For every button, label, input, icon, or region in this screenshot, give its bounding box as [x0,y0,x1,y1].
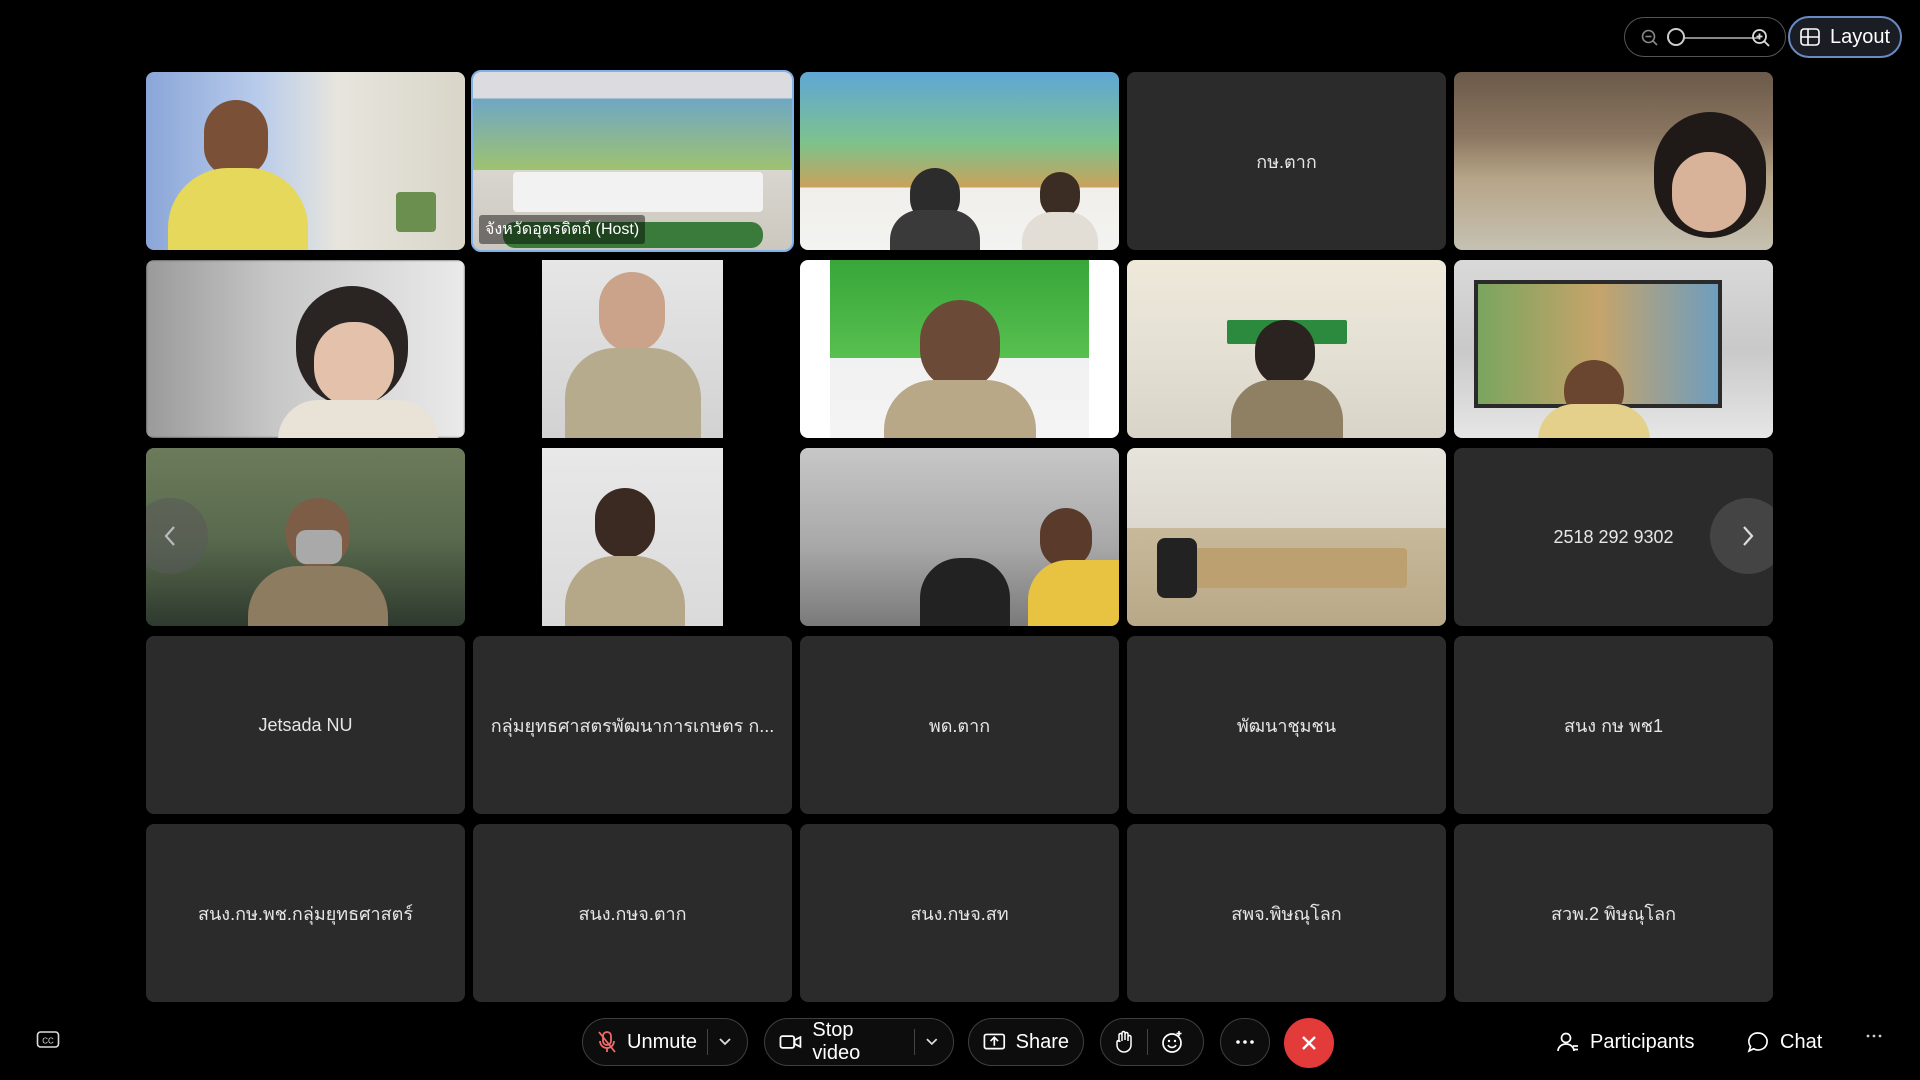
chevron-down-icon[interactable] [718,1037,732,1047]
video-tile[interactable] [146,260,465,438]
divider [707,1029,709,1055]
video-tile[interactable] [146,448,465,626]
participant-name: สพจ.พิษณุโลก [1231,903,1342,924]
zoom-track[interactable] [1677,37,1759,39]
participant-name: กษ.ตาก [1256,151,1317,172]
svg-text:CC: CC [42,1037,54,1046]
video-tile[interactable]: พัฒนาชุมชน [1127,636,1446,814]
close-icon [1302,1036,1316,1050]
unmute-button[interactable]: Unmute [582,1018,748,1066]
zoom-slider[interactable] [1624,17,1786,57]
video-tile[interactable] [1454,260,1773,438]
reactions-group [1100,1018,1204,1066]
layout-label: Layout [1829,25,1891,48]
stop-video-label: Stop video [812,1019,861,1064]
video-tile[interactable] [1127,260,1446,438]
participants-button[interactable]: Participants [1556,1030,1695,1054]
overflow-menu-button[interactable] [1866,1034,1882,1038]
chevron-left-icon [164,526,175,546]
video-tile[interactable] [800,448,1119,626]
participant-name: 2518 292 9302 [1553,526,1674,547]
video-tile[interactable]: Jetsada NU [146,636,465,814]
chevron-down-icon[interactable] [925,1037,939,1047]
divider [1147,1029,1148,1055]
closed-captions-button[interactable]: CC [36,1030,60,1055]
video-tile[interactable] [473,260,792,438]
participant-name: จังหวัดอุตรดิตถ์ (Host) [479,215,646,244]
video-tile-host[interactable]: จังหวัดอุตรดิตถ์ (Host) [471,70,794,252]
participant-name: สนง.กษจ.ตาก [578,903,687,924]
chat-label: Chat [1780,1030,1823,1053]
next-page-button[interactable] [1710,498,1773,574]
participant-name: Jetsada NU [258,714,353,735]
share-screen-icon [983,1033,1006,1050]
more-dots-icon [1236,1040,1254,1044]
share-button[interactable]: Share [968,1018,1084,1066]
video-tile[interactable]: กลุ่มยุทธศาสตรพัฒนาการเกษตร ก... [473,636,792,814]
chat-button[interactable]: Chat [1746,1030,1822,1054]
video-tile[interactable]: สพจ.พิษณุโลก [1127,824,1446,1002]
leave-meeting-button[interactable] [1284,1018,1334,1068]
video-tile[interactable]: พด.ตาก [800,636,1119,814]
chat-bubble-icon [1747,1032,1768,1053]
video-camera-icon [779,1035,802,1049]
participant-name: สนง.กษจ.สท [910,903,1009,924]
unmute-label: Unmute [627,1030,698,1053]
participants-icon [1557,1032,1578,1052]
more-options-button[interactable] [1220,1018,1270,1066]
video-tile[interactable] [146,72,465,250]
video-tile[interactable] [800,72,1119,250]
video-tile[interactable]: สนง กษ พช1 [1454,636,1773,814]
mic-muted-icon [598,1031,616,1053]
zoom-thumb[interactable] [1667,28,1685,46]
video-tile[interactable] [1454,72,1773,250]
zoom-out-icon[interactable] [1641,29,1659,47]
raise-hand-icon[interactable] [1113,1030,1135,1054]
participant-name: สวพ.2 พิษณุโลก [1551,903,1676,924]
share-label: Share [1015,1030,1069,1053]
video-tile[interactable] [473,448,792,626]
video-tile[interactable]: กษ.ตาก [1127,72,1446,250]
more-dots-icon [1866,1034,1882,1038]
video-tile[interactable] [1127,448,1446,626]
emoji-reaction-icon[interactable] [1160,1030,1184,1054]
video-tile[interactable]: สนง.กษจ.สท [800,824,1119,1002]
participant-name: สนง กษ พช1 [1564,715,1663,736]
participant-name: พัฒนาชุมชน [1236,715,1337,736]
divider [914,1029,916,1055]
video-grid: จังหวัดอุตรดิตถ์ (Host) กษ.ตาก 2518 292 … [146,70,1773,1002]
closed-captions-icon: CC [36,1031,60,1048]
participant-name: พด.ตาก [928,715,991,736]
video-tile[interactable]: สนง.กษ.พช.กลุ่มยุทธศาสตร์ [146,824,465,1002]
participant-name: สนง.กษ.พช.กลุ่มยุทธศาสตร์ [198,903,413,924]
chevron-right-icon [1743,526,1754,546]
layout-button[interactable]: Layout [1788,16,1902,58]
video-tile[interactable]: สวพ.2 พิษณุโลก [1454,824,1773,1002]
stop-video-button[interactable]: Stop video [764,1018,954,1066]
video-tile[interactable]: 2518 292 9302 [1454,448,1773,626]
layout-grid-icon [1800,28,1820,46]
video-tile[interactable] [800,260,1119,438]
participants-label: Participants [1590,1030,1695,1053]
zoom-in-icon[interactable] [1751,28,1771,48]
video-tile[interactable]: สนง.กษจ.ตาก [473,824,792,1002]
participant-name: กลุ่มยุทธศาสตรพัฒนาการเกษตร ก... [490,715,775,736]
